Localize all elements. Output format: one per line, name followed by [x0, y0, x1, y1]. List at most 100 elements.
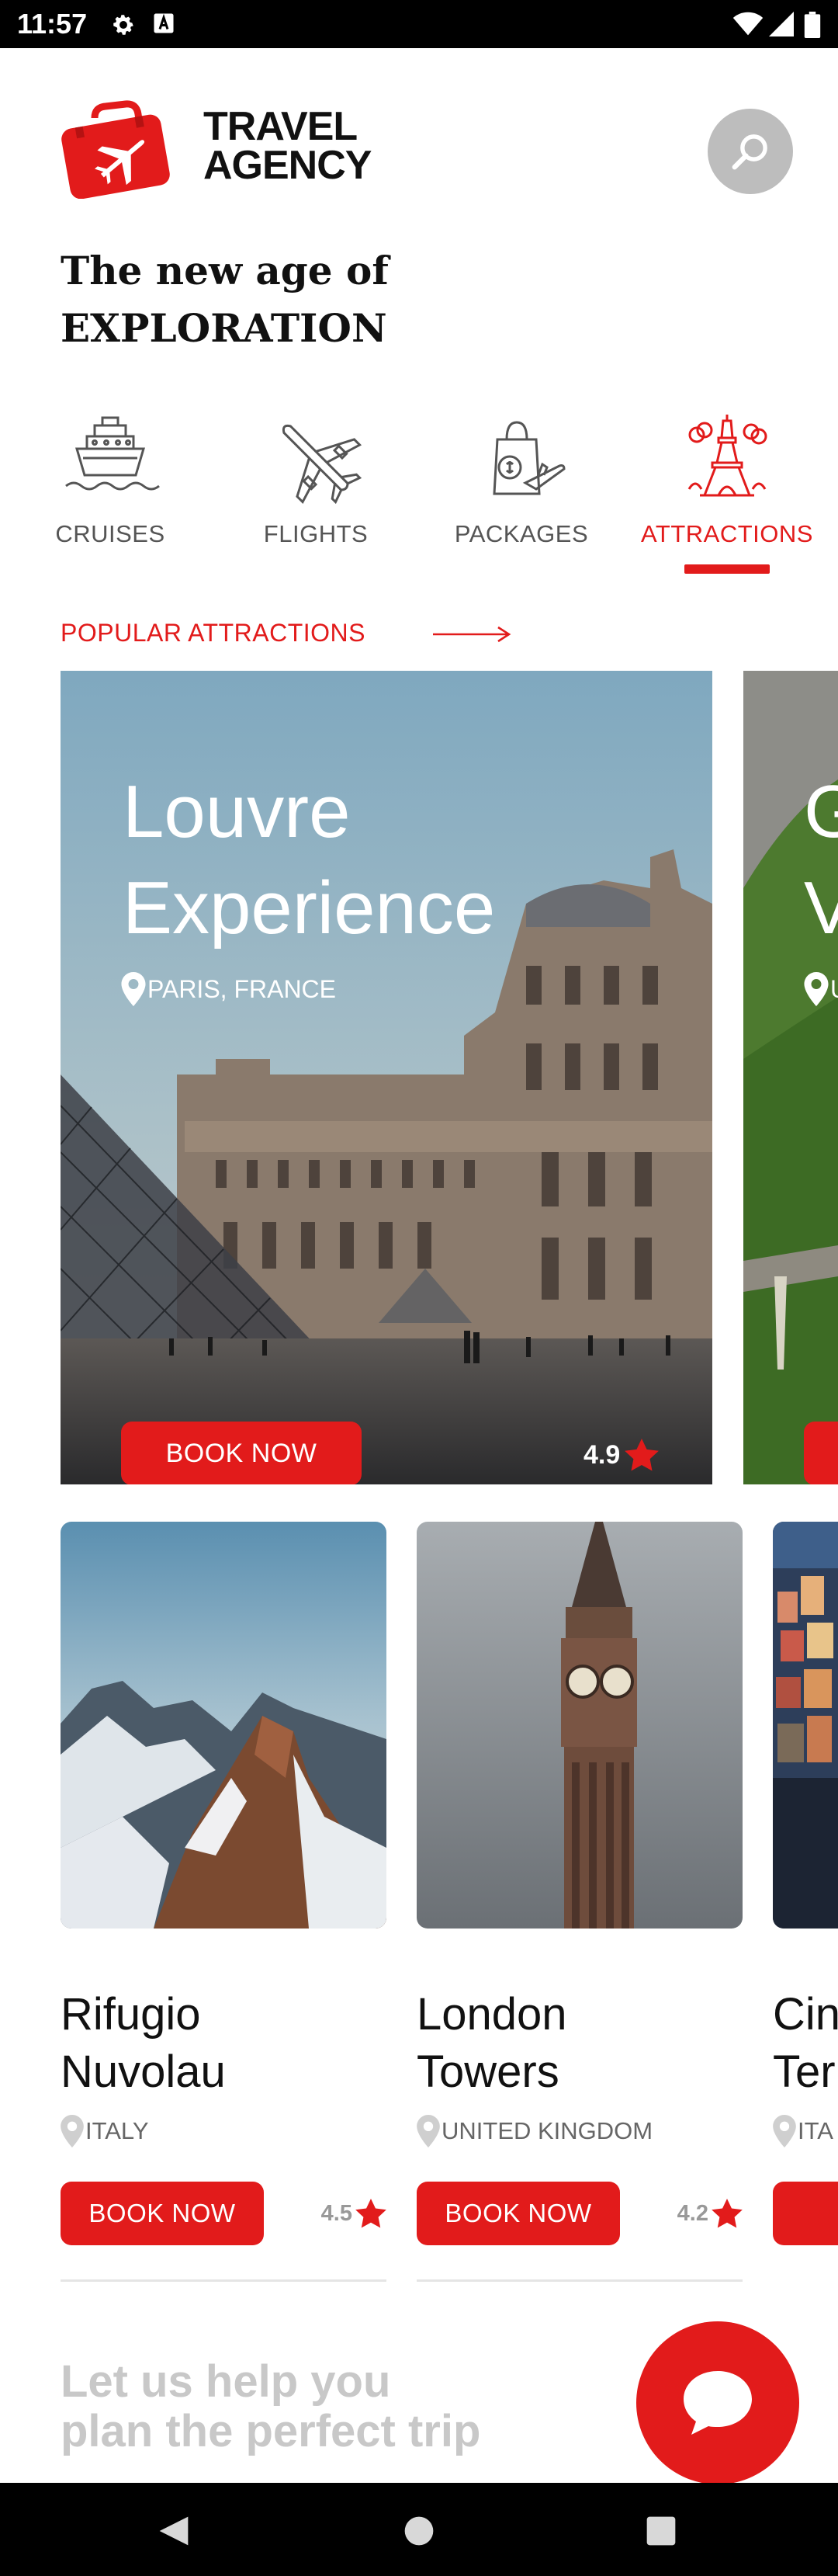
travel-agency-logo — [61, 100, 170, 199]
card-rating: 4.2 — [677, 2199, 743, 2228]
location-pin-icon — [61, 2115, 84, 2147]
hero-rating-value: 4.9 — [583, 1439, 621, 1470]
card-actions: BOOK NOW 4.5 — [61, 2182, 386, 2245]
recents-icon[interactable] — [644, 2514, 678, 2548]
card-location: ITALY — [61, 2115, 386, 2147]
card-title-line-2: Towers — [417, 2047, 559, 2097]
card-divider — [61, 2279, 386, 2282]
cruise-ship-icon — [65, 416, 160, 491]
hero-card-louvre[interactable]: Louvre Experience PARIS, FRANCE BOOK NOW… — [61, 671, 712, 1484]
card-location-text: ITALY — [85, 2117, 149, 2144]
chat-button[interactable] — [636, 2321, 799, 2484]
brand-name: TRAVEL AGENCY — [203, 104, 372, 188]
card-title: Rifugio Nuvolau — [61, 1986, 386, 2101]
tagline-line-2: EXPLORATION — [61, 305, 387, 351]
hero-title-line-2: Experience — [123, 866, 496, 950]
tab-attractions-label: ATTRACTIONS — [641, 520, 813, 547]
card-book-now-button[interactable]: BO — [773, 2182, 838, 2245]
hero-title-line-1: Louvre — [123, 770, 351, 853]
hero-next-title: G V — [804, 764, 838, 956]
search-icon — [732, 134, 767, 170]
card-rifugio-nuvolau[interactable]: Rifugio Nuvolau ITALY BOOK NOW 4.5 — [61, 1522, 386, 2282]
hero-location: PARIS, FRANCE — [121, 972, 336, 1006]
star-icon — [712, 2199, 743, 2228]
location-pin-icon — [804, 972, 829, 1006]
tagline-line-1: The new age of — [61, 248, 389, 293]
signal-icon — [769, 12, 794, 36]
card-actions: BOOK NOW 4.2 — [417, 2182, 743, 2245]
wifi-icon — [732, 12, 764, 36]
tab-attractions[interactable]: ATTRACTIONS — [626, 411, 828, 548]
card-title-line-2: Ter — [773, 2047, 836, 2097]
coastal-town-photo — [773, 1522, 838, 1929]
tagline: The new age of EXPLORATION — [61, 242, 389, 357]
star-icon — [625, 1439, 660, 1471]
card-location-text: UNITED KINGDOM — [442, 2117, 653, 2144]
card-image — [417, 1522, 743, 1929]
hero-next-location: U — [804, 972, 838, 1006]
card-book-now-button[interactable]: BOOK NOW — [61, 2182, 264, 2245]
card-book-now-button[interactable]: BOOK NOW — [417, 2182, 620, 2245]
card-divider — [417, 2279, 743, 2282]
help-line-2: plan the perfect trip — [61, 2406, 481, 2456]
hero-card-next[interactable]: G V U — [743, 671, 838, 1484]
tab-packages[interactable]: PACKAGES — [421, 411, 622, 548]
hero-title: Louvre Experience — [123, 764, 712, 956]
hero-next-location-text: U — [830, 975, 838, 1004]
status-time: 11:57 — [17, 8, 88, 40]
home-icon[interactable] — [402, 2514, 436, 2548]
tab-packages-label: PACKAGES — [454, 520, 589, 547]
tab-flights[interactable]: FLIGHTS — [215, 411, 417, 548]
help-banner-text: Let us help you plan the perfect trip — [61, 2357, 480, 2456]
star-icon — [355, 2199, 386, 2228]
card-london-towers[interactable]: London Towers UNITED KINGDOM BOOK NOW 4.… — [417, 1522, 743, 2282]
card-cinque-terre-partial[interactable]: Cin Ter ITA BO — [773, 1522, 838, 2245]
tab-cruises[interactable]: CRUISES — [9, 411, 211, 548]
brand-line-1: TRAVEL — [203, 104, 358, 149]
hero-next-book-button[interactable] — [804, 1422, 838, 1484]
eiffel-tower-icon — [687, 415, 767, 497]
active-tab-indicator — [684, 564, 770, 574]
back-icon[interactable] — [157, 2514, 191, 2548]
system-navigation-bar — [0, 2483, 838, 2576]
card-location-text: ITA — [798, 2117, 833, 2144]
search-button[interactable] — [708, 109, 793, 194]
card-title-line-2: Nuvolau — [61, 2047, 226, 2097]
card-location: UNITED KINGDOM — [417, 2115, 743, 2147]
hero-book-now-button[interactable]: BOOK NOW — [121, 1422, 362, 1484]
card-title-line-1: Cin — [773, 1989, 838, 2040]
airplane-icon — [282, 424, 362, 505]
card-image — [773, 1522, 838, 1929]
card-title-line-1: London — [417, 1989, 567, 2040]
mountain-photo — [61, 1522, 386, 1929]
status-bar: 11:57 — [0, 0, 838, 48]
hero-next-title-line-1: G — [804, 770, 838, 853]
big-ben-photo — [417, 1522, 743, 1929]
tab-flights-label: FLIGHTS — [263, 520, 369, 547]
hero-rating: 4.9 — [583, 1439, 660, 1471]
battery-icon — [804, 12, 821, 38]
location-pin-icon — [773, 2115, 796, 2147]
popular-attractions-label: POPULAR ATTRACTIONS — [61, 619, 365, 647]
arrow-right-icon[interactable] — [431, 626, 512, 643]
location-pin-icon — [121, 972, 146, 1006]
card-rating: 4.5 — [321, 2199, 386, 2228]
keyboard-a-icon — [154, 13, 174, 33]
location-pin-icon — [417, 2115, 440, 2147]
hero-next-title-line-2: V — [804, 866, 838, 950]
brand-line-2: AGENCY — [203, 143, 372, 188]
card-title: Cin Ter — [773, 1986, 838, 2101]
shopping-bag-icon — [493, 421, 566, 495]
tab-cruises-label: CRUISES — [55, 520, 165, 547]
card-rating-value: 4.5 — [320, 2200, 352, 2226]
help-line-1: Let us help you — [61, 2356, 391, 2407]
card-image — [61, 1522, 386, 1929]
card-actions: BO — [773, 2182, 838, 2245]
hero-location-text: PARIS, FRANCE — [147, 974, 336, 1003]
card-title-line-1: Rifugio — [61, 1989, 201, 2040]
settings-icon — [113, 15, 133, 35]
card-title: London Towers — [417, 1986, 743, 2101]
card-rating-value: 4.2 — [677, 2200, 708, 2226]
chat-bubble-icon — [684, 2371, 752, 2435]
card-location: ITA — [773, 2115, 838, 2147]
